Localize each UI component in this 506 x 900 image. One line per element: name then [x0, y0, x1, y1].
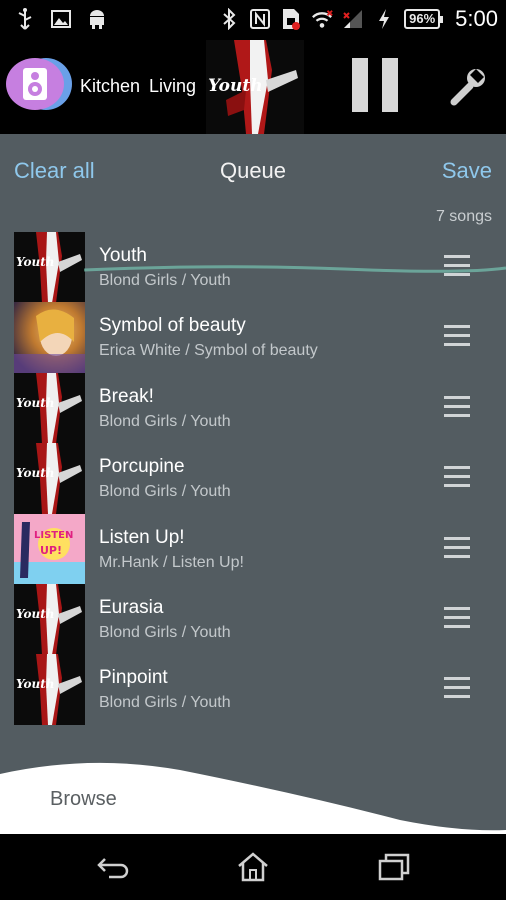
drag-handle-icon[interactable] [444, 466, 470, 488]
pause-button[interactable] [350, 58, 400, 112]
usb-icon [14, 8, 36, 30]
song-subtitle: Blond Girls / Youth [99, 272, 231, 289]
song-subtitle: Mr.Hank / Listen Up! [99, 553, 244, 571]
svg-text:Youth: Youth [16, 396, 55, 410]
settings-wrench-icon[interactable] [448, 66, 488, 106]
back-icon[interactable] [93, 850, 133, 884]
sim-icon [280, 8, 302, 30]
svg-text:LISTEN: LISTEN [34, 530, 73, 541]
now-playing-bar: Kitchen Living Youth [0, 38, 506, 134]
song-subtitle: Blond Girls / Youth [99, 412, 231, 430]
song-subtitle: Erica White / Symbol of beauty [99, 342, 318, 360]
album-art-thumbnail: Youth [14, 583, 85, 655]
speaker-icon[interactable] [6, 58, 64, 110]
svg-text:Youth: Youth [16, 255, 55, 269]
image-icon [50, 8, 72, 30]
drag-handle-icon[interactable] [444, 536, 470, 559]
queue-row[interactable]: LISTEN UP! Listen Up! Mr.Hank / Listen Up… [0, 513, 506, 585]
queue-row[interactable]: Youth Break! Blond Girls / Youth [0, 372, 506, 444]
song-title: Porcupine [99, 456, 185, 478]
song-title: Listen Up! [99, 526, 185, 548]
svg-text:Youth: Youth [16, 466, 55, 480]
charging-icon [373, 8, 395, 30]
svg-text:Youth: Youth [16, 607, 55, 621]
album-art-thumbnail: Youth [14, 443, 85, 515]
bluetooth-icon [218, 8, 240, 30]
nfc-icon [249, 8, 271, 30]
queue-row[interactable]: Youth Porcupine Blond Girls / Youth [0, 443, 506, 515]
drag-handle-icon[interactable] [444, 677, 470, 699]
queue-panel: Queue Clear all Save 7 songs Youth Youth… [0, 134, 506, 832]
battery-level: 96% [404, 9, 444, 29]
clock: 5:00 [455, 6, 498, 31]
drag-handle-icon[interactable] [444, 325, 470, 347]
album-art-thumbnail: Youth [14, 232, 85, 303]
android-icon [86, 8, 108, 30]
album-art-thumbnail [14, 302, 85, 374]
song-subtitle: Blond Girls / Youth [99, 694, 231, 712]
queue-row[interactable]: Youth Youth Blond Girls / Youth [0, 232, 506, 303]
song-title: Eurasia [99, 596, 164, 618]
browse-label: Browse [50, 788, 117, 810]
status-bar: 96% 5:00 [0, 0, 506, 38]
queue-row[interactable]: Youth Pinpoint Blond Girls / Youth [0, 654, 506, 726]
browse-tab[interactable]: Browse [0, 760, 506, 834]
song-subtitle: Blond Girls / Youth [99, 483, 231, 501]
song-count: 7 songs [435, 208, 492, 225]
song-title: Pinpoint [99, 667, 168, 689]
song-subtitle: Blond Girls / Youth [99, 623, 231, 641]
album-art-thumbnail: Youth [14, 372, 85, 444]
album-art-thumbnail: Youth [14, 654, 85, 726]
album-art-text: Youth [208, 76, 263, 96]
drag-handle-icon[interactable] [444, 395, 470, 418]
svg-text:Youth: Youth [16, 677, 55, 691]
song-title: Youth [99, 245, 147, 266]
wifi-icon [311, 8, 333, 30]
queue-row[interactable]: Youth Eurasia Blond Girls / Youth [0, 583, 506, 655]
clear-all-button[interactable]: Clear all [14, 158, 95, 184]
home-icon[interactable] [233, 850, 273, 884]
navigation-bar [0, 834, 506, 900]
drag-handle-icon[interactable] [444, 606, 470, 629]
speakers-label[interactable]: Kitchen Living [80, 76, 196, 97]
svg-text:UP!: UP! [40, 544, 62, 557]
song-title: Break! [99, 385, 154, 407]
album-art-thumbnail: LISTEN UP! [14, 513, 85, 585]
song-title: Symbol of beauty [99, 315, 246, 337]
signal-icon [342, 8, 364, 30]
recent-apps-icon[interactable] [374, 850, 414, 884]
drag-handle-icon[interactable] [444, 255, 470, 277]
now-playing-album-art[interactable]: Youth [206, 40, 304, 134]
save-button[interactable]: Save [442, 158, 492, 184]
queue-list: Youth Youth Blond Girls / Youth Symbol o… [0, 232, 506, 726]
queue-row[interactable]: Symbol of beauty Erica White / Symbol of… [0, 302, 506, 374]
